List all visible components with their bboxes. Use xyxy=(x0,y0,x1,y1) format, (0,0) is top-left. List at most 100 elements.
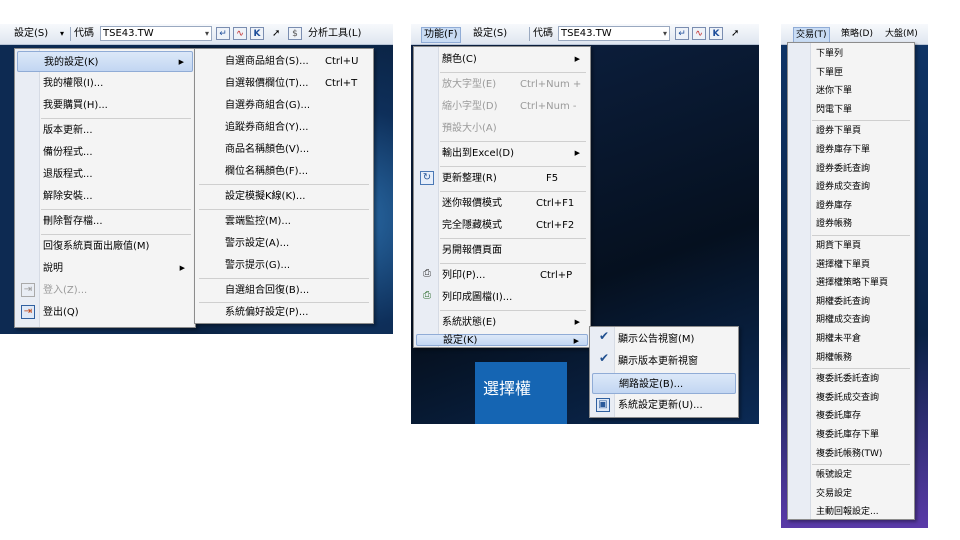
submenu-item-network-settings[interactable]: 網路設定(B)... xyxy=(592,373,736,394)
menu-item[interactable]: 期權成交查詢 xyxy=(790,311,912,329)
submenu-item-track-broker-group[interactable]: 追蹤券商組合(Y)... xyxy=(197,117,371,138)
submenu-item-cloud-monitor[interactable]: 雲端監控(M)... xyxy=(197,211,371,232)
menu-item-rollback[interactable]: 退版程式... xyxy=(17,164,193,185)
menu-item[interactable]: 主動回報設定... xyxy=(790,503,912,521)
submenu-item-product-name-color[interactable]: 商品名稱顏色(V)... xyxy=(197,139,371,160)
menu-item-label: 複委託帳務(TW) xyxy=(816,448,883,459)
submenu-item-custom-quote-fields[interactable]: 自選報價欄位(T)... Ctrl+T xyxy=(197,73,371,94)
menu-item-zoom-in[interactable]: 放大字型(E) Ctrl+Num + xyxy=(416,74,588,95)
menu-item-help[interactable]: 說明 ▶ xyxy=(17,258,193,279)
code-input[interactable]: TSE43.TW ▾ xyxy=(558,26,670,41)
menu-item-export-excel[interactable]: 輸出到Excel(D) ▶ xyxy=(416,143,588,164)
menu-separator xyxy=(41,118,191,119)
code-label: 代碼 xyxy=(74,28,94,39)
menu-item-version-update[interactable]: 版本更新... xyxy=(17,120,193,141)
menu-item-label: 迷你下單 xyxy=(816,86,853,97)
menu-item-delete-temp[interactable]: 刪除暫存檔... xyxy=(17,211,193,232)
menu-item[interactable]: 複委託帳務(TW) xyxy=(790,445,912,463)
menu-item[interactable]: 期貨下單頁 xyxy=(790,237,912,255)
enter-icon[interactable]: ↵ xyxy=(216,27,230,40)
menu-item-default-size[interactable]: 預設大小(A) xyxy=(416,118,588,139)
menu-item[interactable]: 選擇權策略下單頁 xyxy=(790,274,912,292)
strategy-menu[interactable]: 策略(D) xyxy=(841,27,873,41)
settings-menu[interactable]: 設定(S) xyxy=(14,27,48,41)
submenu-item-custom-broker-group[interactable]: 自選券商組合(G)... xyxy=(197,95,371,116)
submenu-item-field-name-color[interactable]: 欄位名稱顏色(F)... xyxy=(197,161,371,182)
menu-item[interactable]: 複委託委託查詢 xyxy=(790,370,912,388)
menu-item[interactable]: 帳號設定 xyxy=(790,466,912,484)
market-menu[interactable]: 大盤(M) xyxy=(885,27,918,41)
submenu-item-alert-prompt[interactable]: 警示提示(G)... xyxy=(197,255,371,276)
settings-menu[interactable]: 設定(S) xyxy=(473,27,507,41)
menu-item[interactable]: 證券委託查詢 xyxy=(790,160,912,178)
menu-item-system-status[interactable]: 系統狀態(E) ▶ xyxy=(416,312,588,333)
submenu-item-show-announcement[interactable]: ✔ 顯示公告視窗(M) xyxy=(592,329,736,350)
menu-item-mini-quote-mode[interactable]: 迷你報價模式 Ctrl+F1 xyxy=(416,193,588,214)
chevron-down-icon[interactable]: ▾ xyxy=(60,27,64,41)
enter-icon[interactable]: ↵ xyxy=(675,27,689,40)
chart-icon[interactable]: ∿ xyxy=(692,27,706,40)
menu-item-color[interactable]: 顏色(C) ▶ xyxy=(416,49,588,70)
chevron-down-icon[interactable]: ▾ xyxy=(663,27,667,40)
cursor-icon[interactable]: ➚ xyxy=(731,27,739,41)
settings-submenu: ✔ 顯示公告視窗(M) ✔ 顯示版本更新視窗 網路設定(B)... ▣ 系統設定更新(… xyxy=(589,326,739,418)
menu-item-login[interactable]: ⇥ 登入(Z)... xyxy=(17,280,193,301)
menu-separator xyxy=(812,120,910,122)
chevron-down-icon[interactable]: ▾ xyxy=(205,27,209,40)
analysis-tools-menu[interactable]: 分析工具(L) xyxy=(308,27,361,41)
menu-item[interactable]: 證券帳務 xyxy=(790,215,912,233)
menu-item-settings[interactable]: 設定(K) ▶ xyxy=(416,334,588,346)
k-line-icon[interactable]: K xyxy=(250,27,264,40)
menu-item-my-permissions[interactable]: 我的權限(I)... xyxy=(17,73,193,94)
code-input[interactable]: TSE43.TW ▾ xyxy=(100,26,212,41)
menu-item[interactable]: 交易設定 xyxy=(790,485,912,503)
menu-item-print-to-image[interactable]: ⎙ 列印成圖檔(I)... xyxy=(416,287,588,308)
menu-item-label: 期權委託查詢 xyxy=(816,296,871,307)
menu-item[interactable]: 證券庫存下單 xyxy=(790,141,912,159)
toolbar: 設定(S) ▾ 代碼 TSE43.TW ▾ ↵ ∿ K ➚ $ 分析工具(L) xyxy=(0,24,393,45)
menu-item-uninstall[interactable]: 解除安裝... xyxy=(17,186,193,207)
menu-item-my-settings[interactable]: 我的設定(K) ▶ xyxy=(17,51,193,72)
menu-item[interactable]: 期權帳務 xyxy=(790,349,912,367)
menu-item[interactable]: 證券成交查詢 xyxy=(790,178,912,196)
menu-item[interactable]: 證券庫存 xyxy=(790,197,912,215)
submenu-item-system-preferences[interactable]: 系統偏好設定(P)... xyxy=(197,302,371,323)
menu-item[interactable]: 證券下單頁 xyxy=(790,122,912,140)
menu-item-label: 證券帳務 xyxy=(816,219,853,230)
menu-item-label: 證券成交查詢 xyxy=(816,182,871,193)
menu-item[interactable]: 選擇權下單頁 xyxy=(790,256,912,274)
menu-item[interactable]: 複委託成交查詢 xyxy=(790,389,912,407)
k-line-icon[interactable]: K xyxy=(709,27,723,40)
dollar-icon[interactable]: $ xyxy=(288,27,302,40)
menu-item[interactable]: 下單列 xyxy=(790,45,912,63)
menu-item[interactable]: 複委託庫存下單 xyxy=(790,426,912,444)
menu-item[interactable]: 閃電下單 xyxy=(790,101,912,119)
menu-item[interactable]: 下單匣 xyxy=(790,64,912,82)
menu-item-refresh[interactable]: ↻ 更新整理(R) F5 xyxy=(416,168,588,189)
function-menu[interactable]: 功能(F) xyxy=(421,27,461,43)
menu-item-label: 證券庫存 xyxy=(816,200,853,211)
menu-item-purchase[interactable]: 我要購買(H)... xyxy=(17,95,193,116)
menu-item-print[interactable]: ⎙ 列印(P)... Ctrl+P xyxy=(416,265,588,286)
menu-item-hide-mode[interactable]: 完全隱藏模式 Ctrl+F2 xyxy=(416,215,588,236)
submenu-item-system-update[interactable]: ▣ 系統設定更新(U)... xyxy=(592,395,736,416)
menu-item-reset-defaults[interactable]: 回復系統頁面出廠值(M) xyxy=(17,236,193,257)
menu-item[interactable]: 複委託庫存 xyxy=(790,407,912,425)
printer-icon: ⎙ xyxy=(423,268,431,279)
chart-icon[interactable]: ∿ xyxy=(233,27,247,40)
cursor-icon[interactable]: ➚ xyxy=(272,27,280,41)
menu-item-new-quote-page[interactable]: 另開報價頁面 xyxy=(416,240,588,261)
menu-item-logout[interactable]: ⇥ 登出(Q) xyxy=(17,302,193,323)
submenu-item-simulated-kline[interactable]: 設定模擬K線(K)... xyxy=(197,186,371,207)
trade-menu[interactable]: 交易(T) xyxy=(793,27,830,43)
menu-item[interactable]: 期權委託查詢 xyxy=(790,293,912,311)
menu-item[interactable]: 迷你下單 xyxy=(790,82,912,100)
submenu-item-restore-group[interactable]: 自選組合回復(B)... xyxy=(197,280,371,301)
submenu-item-show-update-window[interactable]: ✔ 顯示版本更新視窗 xyxy=(592,351,736,372)
submenu-item-alert-settings[interactable]: 警示設定(A)... xyxy=(197,233,371,254)
menu-item-zoom-out[interactable]: 縮小字型(D) Ctrl+Num - xyxy=(416,96,588,117)
menu-item[interactable]: 期權未平倉 xyxy=(790,330,912,348)
submenu-arrow-icon: ▶ xyxy=(573,337,579,345)
submenu-item-custom-product-group[interactable]: 自選商品組合(S)... Ctrl+U xyxy=(197,51,371,72)
menu-item-backup[interactable]: 備份程式... xyxy=(17,142,193,163)
